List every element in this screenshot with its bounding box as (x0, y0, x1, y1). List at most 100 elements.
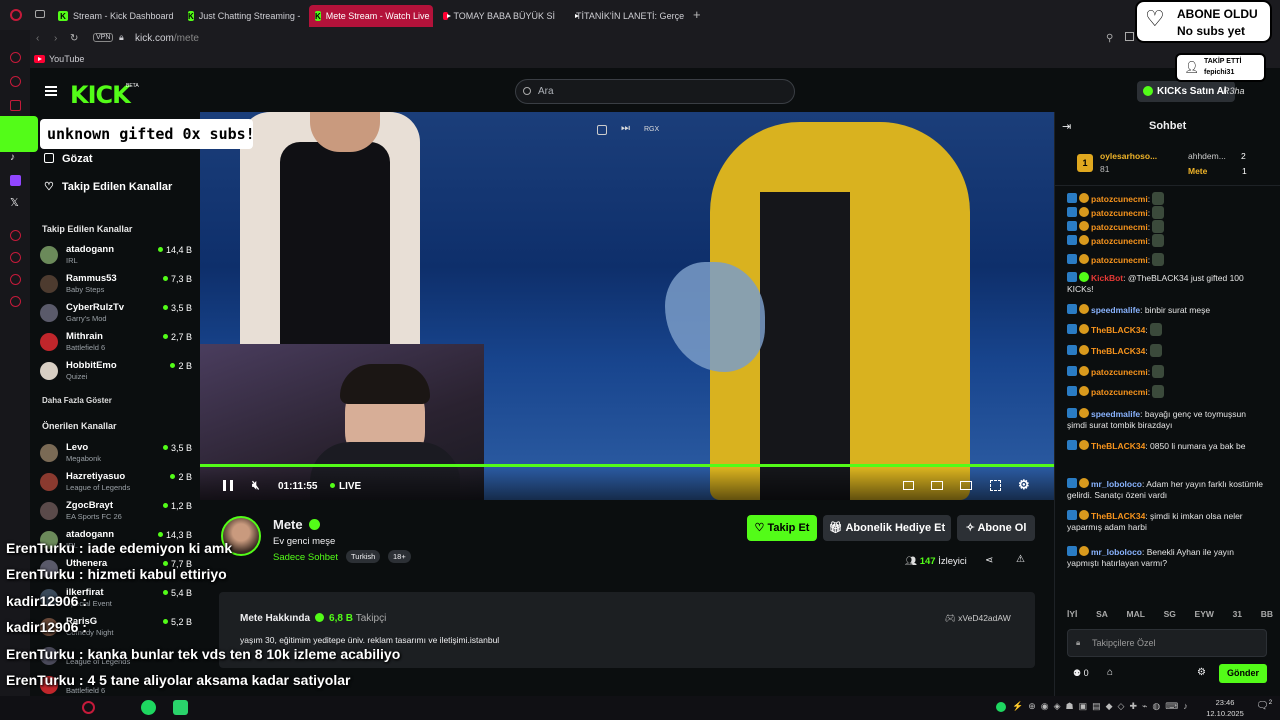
vpn-badge[interactable]: VPN (93, 33, 114, 42)
chat-username[interactable]: KickBot (1091, 273, 1123, 283)
follow-button[interactable]: ♡ Takip Et (747, 515, 817, 541)
send-button[interactable]: Gönder (1219, 664, 1267, 683)
stream-category[interactable]: Sadece Sohbet (273, 552, 338, 563)
leader2-name[interactable]: ahhdem... (1188, 151, 1226, 161)
extensions-icon[interactable] (10, 274, 21, 285)
report-icon[interactable]: ⚠ (1016, 554, 1025, 565)
tab-youtube-titanik[interactable]: TİTANİK'İN LANETİ: Gerçe (565, 5, 689, 27)
points-indicator[interactable]: ⚉ 0 (1073, 668, 1089, 679)
tab-just-chatting[interactable]: K Just Chatting Streaming - (182, 5, 304, 27)
channel-row[interactable]: CyberRulzTv Garry's Mod 3,5 B (40, 300, 192, 326)
emote-bb[interactable]: BB (1261, 609, 1273, 619)
reload-icon[interactable]: ↻ (70, 33, 78, 44)
chat-username[interactable]: TheBLACK34 (1091, 511, 1145, 521)
aria-icon[interactable] (10, 52, 21, 63)
forward-icon[interactable]: › (54, 33, 57, 44)
cinema-icon[interactable] (960, 481, 972, 490)
channel-row[interactable]: Levo Megabonk 3,5 B (40, 440, 192, 466)
channel-row[interactable]: Mithrain Battlefield 6 2,7 B (40, 329, 192, 355)
pause-icon[interactable] (223, 480, 233, 491)
chat-username[interactable]: patozcunecmi (1091, 236, 1148, 246)
emote-iyi[interactable]: İYİ (1067, 609, 1077, 619)
back-icon[interactable]: ‹ (36, 33, 39, 44)
tab-kick-dashboard[interactable]: K Stream - Kick Dashboard (52, 5, 180, 27)
clock[interactable]: 23:46 12.10.2025 (1200, 697, 1250, 719)
opera-taskbar-icon[interactable] (82, 701, 95, 714)
channel-row[interactable]: Rammus53 Baby Steps 7,3 B (40, 271, 192, 297)
twitch-icon[interactable] (10, 175, 21, 186)
channel-row[interactable]: atadogann IRL 14,4 B (40, 242, 192, 268)
skip-icon[interactable]: ⏭ (621, 123, 630, 134)
chat-username[interactable]: patozcunecmi (1091, 367, 1148, 377)
theater-icon[interactable] (931, 481, 943, 490)
chat-username[interactable]: speedmalife (1091, 305, 1140, 315)
tray-spotify-icon[interactable] (996, 702, 1006, 712)
leader-name[interactable]: oylesarhoso... (1100, 151, 1157, 161)
tab-youtube-tomay[interactable]: TOMAY BABA BÜYÜK Sİ (437, 5, 561, 27)
tab-mete-stream[interactable]: K Mete Stream - Watch Live (309, 5, 433, 27)
store-icon[interactable]: ⌂ (1107, 667, 1113, 678)
browse-link[interactable]: Gözat (44, 153, 93, 165)
whatsapp-icon[interactable] (10, 100, 21, 111)
leader3-name[interactable]: Mete (1188, 166, 1207, 176)
chat-username[interactable]: mr_loboloco (1091, 547, 1142, 557)
url-field[interactable]: kick.com/mete (135, 33, 199, 44)
subscribe-button[interactable]: ✧ Abone Ol (957, 515, 1035, 541)
gift-sub-button[interactable]: 🎁︎ Abonelik Hediye Et (823, 515, 951, 541)
channel-row[interactable]: ZgocBrayt EA Sports FC 26 1,2 B (40, 498, 192, 524)
chat-username[interactable]: TheBLACK34 (1091, 346, 1145, 356)
search-input[interactable]: Ara (515, 79, 795, 104)
video-player[interactable]: ⏭ RGX 🔇︎ 01:11:55 LIVE ⚙ (200, 112, 1054, 500)
pin-icon[interactable]: ⚲ (1106, 33, 1113, 44)
emote-31[interactable]: 31 (1233, 609, 1242, 619)
channel-row[interactable]: HobbitEmo Quizei 2 B (40, 358, 192, 384)
x-icon[interactable]: 𝕏 (10, 196, 19, 209)
tiktok-icon[interactable]: ♪ (10, 152, 15, 163)
history-icon[interactable] (10, 252, 21, 263)
chat-username[interactable]: TheBLACK34 (1091, 441, 1145, 451)
chat-username[interactable]: patozcunecmi (1091, 255, 1148, 265)
pip-icon[interactable] (903, 481, 914, 490)
collapse-chat-icon[interactable]: ⇥ (1062, 120, 1071, 133)
notification-icon[interactable]: 🗨︎2 (1256, 700, 1272, 711)
popout-icon[interactable] (597, 125, 607, 135)
chat-username[interactable]: patozcunecmi (1091, 208, 1148, 218)
emote-sa[interactable]: SA (1096, 609, 1108, 619)
gear-icon[interactable]: ⚙ (1018, 477, 1030, 493)
bookmark-youtube[interactable]: YouTube (34, 54, 84, 64)
channel-row[interactable]: Hazretiyasuo League of Legends 2 B (40, 469, 192, 495)
discord-link[interactable]: 🎮︎ xVeD42adAW (945, 613, 1011, 624)
chat-username[interactable]: patozcunecmi (1091, 222, 1148, 232)
tag-18plus[interactable]: 18+ (388, 550, 411, 563)
following-link[interactable]: ♡ Takip Edilen Kanallar (44, 180, 172, 193)
chat-username[interactable]: patozcunecmi (1091, 194, 1148, 204)
new-tab-plus-icon[interactable]: + (693, 7, 701, 22)
buy-kicks-button[interactable]: KICKs Satın Al (1137, 81, 1235, 102)
settings-icon[interactable] (10, 296, 21, 307)
opera-logo-icon[interactable] (10, 9, 22, 21)
chat-input[interactable]: 🔒︎ Takipçilere Özel (1067, 629, 1267, 657)
tab-menu-icon[interactable] (35, 10, 45, 18)
share-icon[interactable]: ⋖ (985, 555, 993, 566)
spotify-taskbar-icon[interactable] (141, 700, 156, 715)
player-icon[interactable] (10, 230, 21, 241)
emote-sg[interactable]: SG (1164, 609, 1176, 619)
window-icon[interactable] (1125, 32, 1134, 41)
messenger-icon[interactable] (10, 76, 21, 87)
chat-username[interactable]: patozcunecmi (1091, 387, 1148, 397)
emote-eyw[interactable]: EYW (1195, 609, 1214, 619)
kick-logo[interactable]: KICK (70, 81, 131, 109)
fullscreen-icon[interactable] (990, 480, 1001, 491)
chat-username[interactable]: mr_loboloco (1091, 479, 1142, 489)
app-taskbar-icon[interactable] (173, 700, 188, 715)
show-more-link[interactable]: Daha Fazla Göster (42, 396, 112, 405)
user-avatar[interactable]: R3ha (1223, 86, 1245, 96)
mute-icon[interactable]: 🔇︎ (252, 478, 260, 493)
chat-username[interactable]: TheBLACK34 (1091, 325, 1145, 335)
chat-message: patozcunecmi: (1067, 220, 1267, 233)
tag-turkish[interactable]: Turkish (346, 550, 381, 563)
chat-username[interactable]: speedmalife (1091, 409, 1140, 419)
chat-settings-icon[interactable]: ⚙ (1197, 667, 1206, 678)
menu-hamburger-icon[interactable] (45, 86, 57, 96)
emote-mal[interactable]: MAL (1127, 609, 1145, 619)
